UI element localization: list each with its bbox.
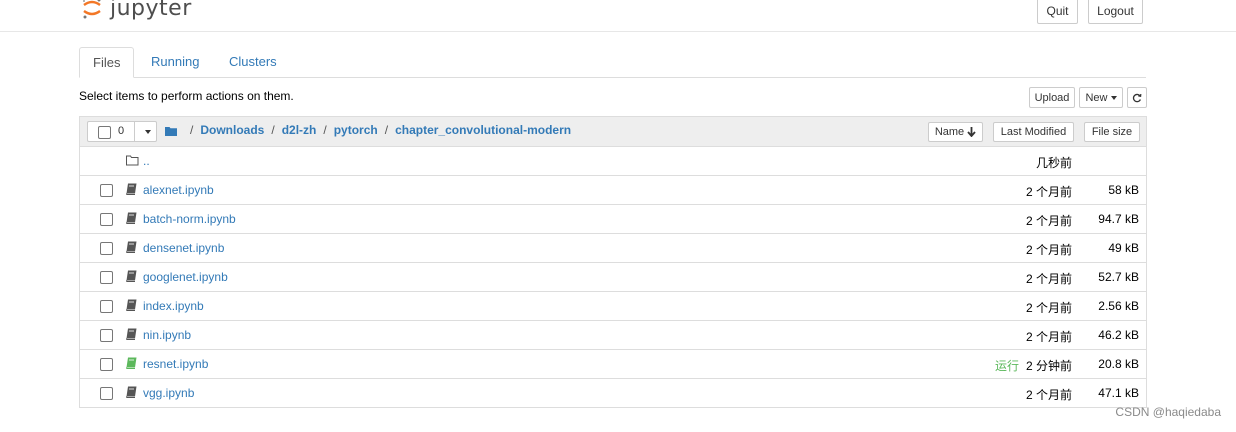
file-checkbox[interactable] [100, 358, 113, 371]
breadcrumb-separator: / [271, 123, 275, 137]
breadcrumb-separator: / [384, 123, 389, 137]
tab-clusters[interactable]: Clusters [216, 47, 290, 77]
folder-icon[interactable] [165, 125, 177, 136]
file-name-link[interactable]: resnet.ipynb [143, 357, 208, 371]
selection-hint: Select items to perform actions on them. [79, 89, 294, 103]
notebook-icon [126, 270, 137, 282]
notebook-icon [126, 183, 137, 195]
notebook-icon [126, 212, 137, 224]
breadcrumb-item-downloads[interactable]: Downloads [200, 123, 264, 137]
file-name-link[interactable]: alexnet.ipynb [143, 183, 214, 197]
file-modified: 几秒前 [1035, 156, 1072, 170]
file-size: 94.7 kB [1098, 212, 1139, 226]
file-row[interactable]: vgg.ipynb 2 个月前 47.1 kB [80, 379, 1146, 408]
tab-bar: Files Running Clusters [79, 47, 1146, 78]
file-name-link[interactable]: batch-norm.ipynb [143, 212, 236, 226]
file-size: 2.56 kB [1098, 299, 1139, 313]
file-checkbox[interactable] [100, 329, 113, 342]
running-status: 运行 [995, 359, 1020, 373]
file-modified: 2 个月前 [1025, 272, 1072, 286]
notebook-icon [126, 299, 137, 311]
chevron-down-icon [1110, 95, 1117, 100]
tab-files[interactable]: Files [79, 47, 135, 78]
file-row[interactable]: googlenet.ipynb 2 个月前 52.7 kB [80, 263, 1146, 292]
file-modified: 2 个月前 [1025, 301, 1072, 315]
divider [134, 122, 135, 141]
notebook-icon [126, 357, 137, 369]
refresh-icon [1132, 93, 1142, 102]
new-button-label: New [1085, 91, 1108, 104]
breadcrumb-item-d2l-zh[interactable]: d2l-zh [282, 123, 317, 137]
file-name-link[interactable]: googlenet.ipynb [143, 270, 228, 284]
sort-by-size-button[interactable]: File size [1084, 122, 1140, 142]
file-size: 52.7 kB [1098, 270, 1139, 284]
select-all-control[interactable]: 0 [87, 121, 157, 142]
file-row[interactable]: alexnet.ipynb 2 个月前 58 kB [80, 176, 1146, 205]
watermark: CSDN @haqiedaba [1115, 405, 1221, 419]
arrow-down-icon [967, 127, 976, 137]
file-name-link[interactable]: vgg.ipynb [143, 386, 194, 400]
chevron-down-icon[interactable] [145, 130, 151, 134]
logout-button[interactable]: Logout [1088, 0, 1143, 24]
file-modified: 2 个月前 [1025, 185, 1072, 199]
file-modified: 2 个月前 [1025, 243, 1072, 257]
file-list: 0 / Downloads / d2l-zh / pytorch / chapt… [79, 116, 1147, 408]
file-checkbox[interactable] [100, 271, 113, 284]
file-row[interactable]: resnet.ipynb 运行 2 分钟前 20.8 kB [80, 350, 1146, 379]
file-modified: 2 个月前 [1025, 388, 1072, 402]
file-modified: 2 个月前 [1025, 330, 1072, 344]
file-name-link[interactable]: nin.ipynb [143, 328, 191, 342]
file-checkbox[interactable] [100, 387, 113, 400]
sort-by-modified-button[interactable]: Last Modified [993, 122, 1074, 142]
notebook-icon [126, 241, 137, 253]
tab-running[interactable]: Running [138, 47, 212, 77]
file-checkbox[interactable] [100, 213, 113, 226]
logo-text: jupyter [110, 0, 192, 21]
file-size: 49 kB [1108, 241, 1139, 255]
file-checkbox[interactable] [100, 300, 113, 313]
notebook-icon [126, 328, 137, 340]
parent-directory-link[interactable]: .. [143, 154, 150, 168]
refresh-button[interactable] [1127, 87, 1147, 108]
sort-by-name-button[interactable]: Name [928, 122, 983, 142]
file-row[interactable]: batch-norm.ipynb 2 个月前 94.7 kB [80, 205, 1146, 234]
upload-button[interactable]: Upload [1029, 87, 1075, 108]
breadcrumb-item-pytorch[interactable]: pytorch [334, 123, 378, 137]
file-modified: 2 个月前 [1025, 214, 1072, 228]
file-row[interactable]: index.ipynb 2 个月前 2.56 kB [80, 292, 1146, 321]
selected-count: 0 [118, 125, 125, 137]
select-all-checkbox[interactable] [98, 126, 111, 139]
quit-button[interactable]: Quit [1037, 0, 1078, 24]
file-list-header: 0 / Downloads / d2l-zh / pytorch / chapt… [80, 117, 1146, 147]
file-name-link[interactable]: index.ipynb [143, 299, 204, 313]
sort-name-label: Name [934, 126, 965, 138]
breadcrumb: / Downloads / d2l-zh / pytorch / chapter… [165, 123, 571, 137]
jupyter-logo[interactable]: jupyter [80, 0, 192, 24]
header-bar: jupyter Quit Logout [0, 0, 1236, 32]
breadcrumb-separator: / [323, 123, 327, 137]
file-modified: 2 分钟前 [1025, 359, 1072, 373]
breadcrumb-item-chapter[interactable]: chapter_convolutional-modern [395, 123, 571, 137]
file-checkbox[interactable] [100, 184, 113, 197]
file-row[interactable]: nin.ipynb 2 个月前 46.2 kB [80, 321, 1146, 350]
file-row[interactable]: densenet.ipynb 2 个月前 49 kB [80, 234, 1146, 263]
breadcrumb-separator: / [190, 123, 194, 137]
file-size: 20.8 kB [1098, 357, 1139, 371]
jupyter-logo-icon [80, 0, 104, 20]
notebook-icon [126, 386, 137, 398]
folder-open-icon [126, 154, 139, 166]
parent-directory-row[interactable]: .. 几秒前 [80, 147, 1146, 176]
file-size: 58 kB [1108, 183, 1139, 197]
file-checkbox[interactable] [100, 242, 113, 255]
new-button[interactable]: New [1079, 87, 1123, 108]
file-name-link[interactable]: densenet.ipynb [143, 241, 224, 255]
file-size: 46.2 kB [1098, 328, 1139, 342]
file-size: 47.1 kB [1098, 386, 1139, 400]
